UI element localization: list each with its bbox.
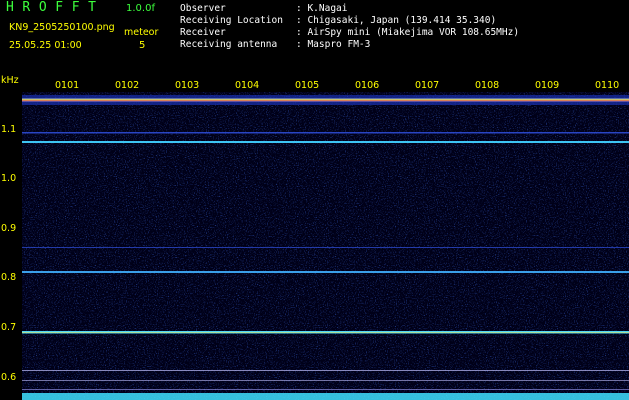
meteor-count-value: 5 — [139, 40, 146, 51]
observer-value: : K.Nagai — [296, 3, 348, 14]
time-tick-label: 0109 — [535, 80, 560, 91]
antenna-value: : Maspro FM-3 — [296, 39, 371, 50]
carrier-line-strong — [22, 98, 629, 102]
meteor-count-label: meteor — [124, 27, 159, 38]
app-title: HROFFT — [6, 0, 105, 15]
time-tick-label: 0105 — [295, 80, 320, 91]
time-tick-label: 0107 — [415, 80, 440, 91]
time-tick-label: 0103 — [175, 80, 200, 91]
carrier-line — [22, 271, 629, 273]
time-tick-label: 0102 — [115, 80, 140, 91]
frequency-unit-label: kHz — [1, 75, 19, 86]
freq-tick-label: 0.9 — [1, 223, 17, 234]
carrier-line — [22, 389, 629, 390]
location-label: Receiving Location — [180, 15, 283, 26]
carrier-line — [22, 332, 629, 333]
spectrogram-waterfall — [22, 92, 629, 400]
freq-tick-label: 0.8 — [1, 272, 17, 283]
receiver-value: : AirSpy mini (Miakejima VOR 108.65MHz) — [296, 27, 520, 38]
time-tick-label: 0106 — [355, 80, 380, 91]
carrier-line — [22, 370, 629, 371]
hrofft-window: HROFFT 1.0.0f KN9_2505250100.png 25.05.2… — [0, 0, 629, 400]
time-tick-label: 0108 — [475, 80, 500, 91]
freq-tick-label: 1.0 — [1, 173, 17, 184]
antenna-label: Receiving antenna — [180, 39, 278, 50]
freq-tick-label: 0.6 — [1, 372, 17, 383]
carrier-line — [22, 380, 629, 381]
time-tick-label: 0104 — [235, 80, 260, 91]
time-tick-label: 0101 — [55, 80, 80, 91]
file-name: KN9_2505250100.png — [9, 22, 115, 33]
carrier-line — [22, 132, 629, 134]
carrier-line — [22, 141, 629, 143]
observer-label: Observer — [180, 3, 226, 14]
time-tick-label: 0110 — [595, 80, 620, 91]
spectrogram-noise — [22, 92, 629, 400]
freq-tick-label: 0.7 — [1, 322, 17, 333]
receiver-label: Receiver — [180, 27, 226, 38]
app-version: 1.0.0f — [126, 3, 155, 14]
freq-tick-label: 1.1 — [1, 124, 17, 135]
amplitude-band — [22, 393, 629, 400]
carrier-line — [22, 247, 629, 248]
observation-datetime: 25.05.25 01:00 — [9, 40, 82, 51]
location-value: : Chigasaki, Japan (139.414 35.340) — [296, 15, 497, 26]
